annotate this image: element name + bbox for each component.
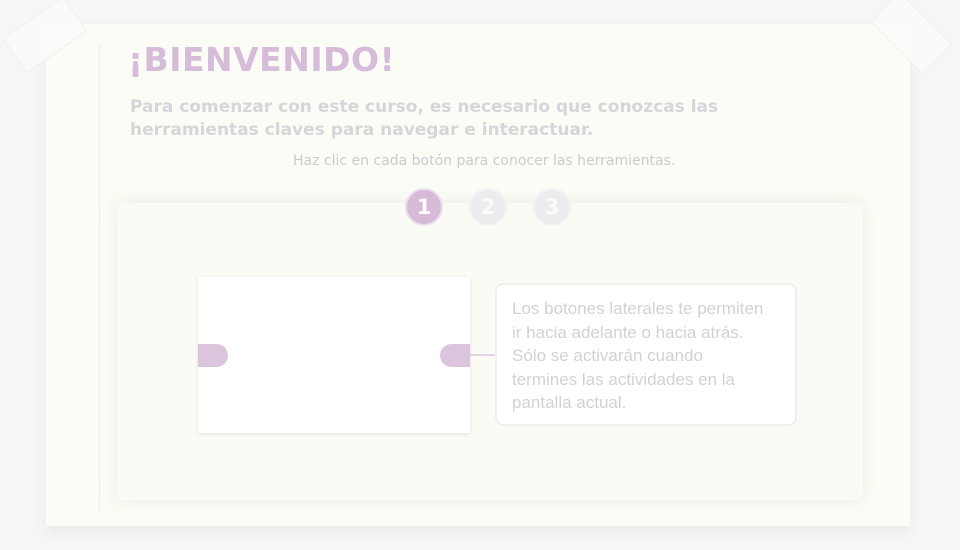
prev-nav-button[interactable] (198, 344, 228, 367)
next-nav-button[interactable] (440, 344, 470, 367)
instruction-text: Haz clic en cada botón para conocer las … (293, 153, 676, 169)
callout-line-1: Los botones laterales te permiten (512, 299, 764, 318)
callout-line-4: termines las actividades en la (512, 369, 736, 389)
margin-line (99, 44, 100, 512)
intro-text: Para comenzar con este curso, es necesar… (130, 96, 770, 142)
step-button-1[interactable]: 1 (405, 188, 443, 226)
callout-line-5: pantalla actual. (512, 393, 627, 412)
callout-line-3: Sólo se activarán cuando (512, 346, 703, 365)
step-button-3[interactable]: 3 (533, 188, 571, 226)
page-title: ¡BIENVENIDO! (128, 40, 396, 79)
intro-line-1: Para comenzar con este curso, es necesar… (130, 97, 719, 117)
info-callout: Los botones laterales te permiten ir hac… (495, 283, 797, 426)
screen-preview (198, 277, 470, 433)
step-button-2[interactable]: 2 (469, 188, 507, 226)
welcome-screen: ¡BIENVENIDO! Para comenzar con este curs… (0, 0, 960, 550)
callout-connector (470, 354, 496, 356)
intro-line-2: herramientas claves para navegar e inter… (130, 120, 594, 140)
callout-line-2: ir hacia adelante o hacia atrás. (512, 322, 744, 342)
